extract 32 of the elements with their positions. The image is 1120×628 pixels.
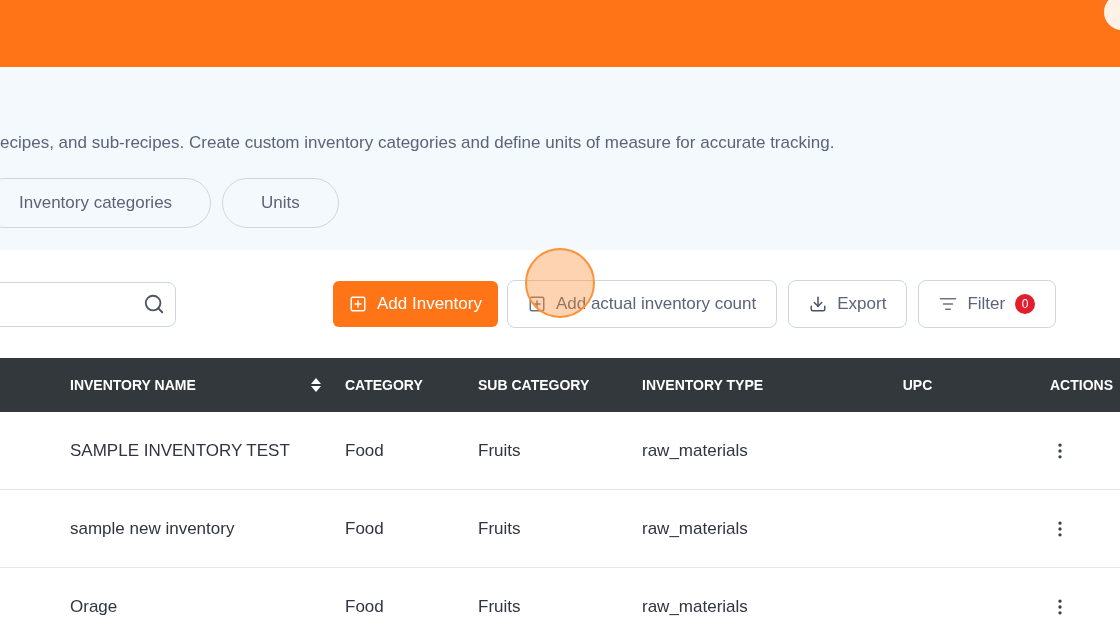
table-cell: SAMPLE INVENTORY TEST	[70, 440, 290, 460]
filter-button[interactable]: Filter 0	[918, 280, 1057, 328]
table-cell: raw_materials	[642, 440, 748, 460]
search-field[interactable]	[0, 281, 176, 327]
table-cell: raw_materials	[642, 596, 748, 616]
table-cell: raw_materials	[642, 518, 748, 538]
search-icon	[143, 293, 165, 315]
category-link-button[interactable]: Units	[222, 178, 339, 228]
download-icon	[809, 295, 828, 313]
table-cell: Fruits	[478, 440, 521, 460]
column-header: UPC	[902, 375, 933, 395]
column-header: INVENTORY TYPE	[642, 375, 764, 395]
plus-square-icon	[349, 295, 367, 313]
table-cell: Fruits	[478, 596, 521, 616]
column-header: CATEGORY	[345, 375, 423, 395]
column-header: ACTIONS	[1050, 375, 1113, 395]
filter-icon	[939, 295, 958, 313]
download-button[interactable]: Export	[788, 280, 908, 328]
description-text: ecipes, and sub-recipes. Create custom inventory categories and define units of measure for accurate tracking.	[0, 132, 836, 154]
column-header: SUB CATEGORY	[478, 375, 590, 395]
sort-icon[interactable]	[311, 378, 321, 392]
table-cell: Food	[345, 518, 384, 538]
plus-square-icon	[527, 295, 546, 313]
table-cell: Fruits	[478, 518, 521, 538]
category-link-button[interactable]: Inventory categories	[0, 178, 212, 228]
table-cell: Food	[345, 440, 384, 460]
plus-button[interactable]: Add actual inventory count	[506, 280, 778, 328]
table-cell: Food	[345, 596, 384, 616]
table-cell: sample new inventory	[70, 518, 235, 538]
column-header: INVENTORY NAME	[70, 375, 196, 395]
table-cell: Orage	[70, 596, 118, 616]
count-badge: 0	[1015, 294, 1036, 314]
